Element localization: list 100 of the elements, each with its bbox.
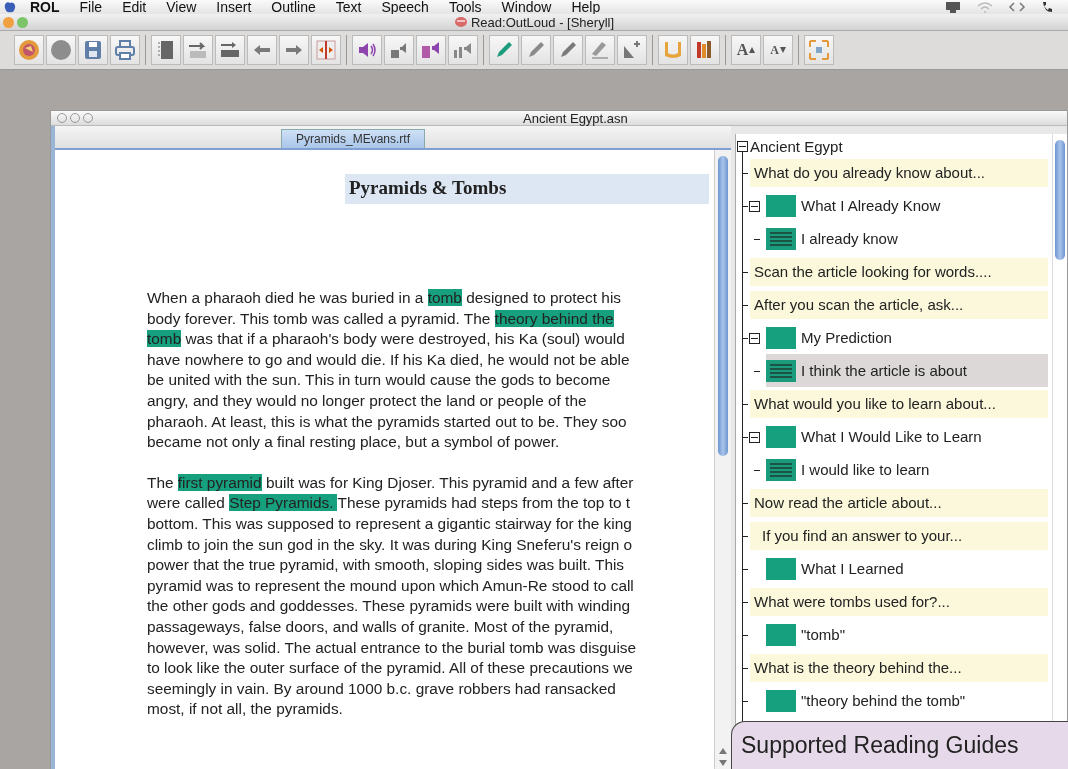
menu-item[interactable]: Insert [216, 0, 252, 14]
tree-row[interactable]: What would you like to learn about... [750, 389, 1048, 418]
tree-row[interactable]: What I Would Like to Learn [736, 420, 1048, 453]
tree-label: What would you like to learn about... [754, 395, 996, 412]
note-icon [766, 425, 796, 448]
tree-label: If you find an answer to your... [762, 527, 963, 544]
menu-item[interactable]: Outline [271, 0, 316, 14]
tree-row[interactable]: What do you already know about... [750, 158, 1048, 187]
menu-item[interactable]: Help [571, 0, 601, 14]
books-button[interactable] [690, 35, 720, 65]
collapse-toggle[interactable] [749, 431, 760, 443]
text-line: power that the true pyramid, with smooth, sloping sides was built. This [147, 555, 625, 576]
print-icon [113, 38, 137, 62]
text-line: angry, and they would no longer protect the land or people of the [147, 390, 587, 411]
text-line: have nowhere to go and would die. If his Ka died, he would not be able [147, 349, 630, 370]
speaker-page-button[interactable] [384, 35, 414, 65]
scroll-thumb[interactable] [718, 156, 728, 456]
tree-row[interactable]: If you find an answer to your... [750, 521, 1048, 550]
print-button[interactable] [110, 35, 140, 65]
forward-button[interactable] [279, 35, 309, 65]
tree-label: Scan the article looking for words.... [754, 263, 992, 280]
tree-label: What do you already know about... [754, 164, 985, 181]
speaker-doc-button[interactable] [416, 35, 446, 65]
back-button[interactable] [247, 35, 277, 65]
phone-icon[interactable] [1040, 1, 1054, 13]
marker-button[interactable] [553, 35, 583, 65]
tree-label: I already know [801, 230, 898, 247]
tree-row[interactable]: I would like to learn [766, 453, 1048, 486]
article-heading: Pyramids & Tombs [345, 174, 709, 204]
note-icon [766, 194, 796, 217]
save-button[interactable] [78, 35, 108, 65]
highlighter-button[interactable] [489, 35, 519, 65]
tree-row[interactable]: I already know [766, 222, 1048, 255]
tree-row[interactable]: Scan the article looking for words.... [750, 257, 1048, 286]
tree-row[interactable]: After you scan the article, ask... [750, 290, 1048, 319]
text-line: The first pyramid built was for King Djoser. This pyramid and a few after [147, 472, 634, 493]
font-larger-button[interactable]: A [731, 35, 761, 65]
note-icon [766, 326, 796, 349]
arrow-bar-button[interactable] [215, 35, 245, 65]
record-icon [49, 38, 73, 62]
tree-row[interactable]: I think the article is about [766, 354, 1048, 387]
scroll-down-icon[interactable] [718, 759, 728, 767]
arrow-text-button[interactable] [183, 35, 213, 65]
tree-label: "theory behind the tomb" [801, 692, 966, 709]
tree-row[interactable]: My Prediction [736, 321, 1048, 354]
scroll-up-icon[interactable] [718, 747, 728, 755]
note-icon [766, 623, 796, 646]
code-arrows-icon[interactable] [1008, 1, 1026, 13]
menu-item[interactable]: View [166, 0, 197, 14]
collapse-toggle[interactable] [749, 200, 760, 212]
note-icon [766, 557, 796, 580]
scroll-bar[interactable] [714, 150, 731, 769]
text-line: bottom. This was supposed to represent a gigantic stairway for the king [147, 513, 632, 534]
menu-item[interactable]: Speech [381, 0, 429, 14]
collapse-toggle[interactable] [737, 141, 748, 152]
speaker-bars-button[interactable] [448, 35, 478, 65]
tree-row[interactable]: What I Learned [736, 552, 1048, 585]
text-line: pyramid was to represent the mound upon which Amun-Re stood to call [147, 575, 634, 596]
tree-label: What I Learned [801, 560, 904, 577]
speaker-button[interactable] [352, 35, 382, 65]
text-note-icon [766, 359, 796, 382]
document-tab[interactable]: Pyramids_MEvans.rtf [281, 129, 425, 148]
text-line: to look like the outer surface of the pyramid. All of these precautions we [147, 658, 633, 679]
tree-label: What I Already Know [801, 197, 941, 214]
monitor-icon[interactable] [944, 1, 962, 13]
menu-item[interactable]: Window [501, 0, 552, 14]
menu-item[interactable]: Tools [448, 0, 482, 14]
tree-row[interactable]: What were tombs used for?... [750, 587, 1048, 616]
note-pencil-button[interactable] [585, 35, 615, 65]
menu-item[interactable]: ROL [30, 0, 60, 14]
tree-row[interactable]: What is the theory behind the... [750, 653, 1048, 682]
tree-label: I would like to learn [801, 461, 930, 478]
tree-label: I think the article is about [801, 362, 967, 379]
tree-row[interactable]: Now read the article about... [750, 488, 1048, 517]
collapse-toggle[interactable] [749, 332, 760, 344]
font-smaller-button[interactable]: A [763, 35, 793, 65]
app-icon [453, 16, 468, 28]
globe-button[interactable] [14, 35, 44, 65]
menu-logo-icon[interactable] [4, 0, 16, 14]
split-button[interactable] [311, 35, 341, 65]
tree-label: Now read the article about... [754, 494, 942, 511]
window-title: Read:OutLoud - [Sheryll] [470, 14, 615, 30]
pencil-button[interactable] [521, 35, 551, 65]
text-line: climb to join the sun god in the sky. It was during King Sneferu's reign o [147, 534, 633, 555]
tree-row[interactable]: What I Already Know [736, 189, 1048, 222]
add-note-button[interactable] [617, 35, 647, 65]
text-line: however, was solid. The actual entrance to the burial tomb was disguise [147, 637, 637, 658]
tree-label: My Prediction [801, 329, 892, 346]
menu-item[interactable]: File [79, 0, 103, 14]
text-line: tomb was that if a pharaoh's body were destroyed, his Ka (soul) would [147, 329, 625, 350]
menu-item[interactable]: Text [335, 0, 362, 14]
tree-row[interactable]: "tomb" [736, 618, 1048, 651]
page-button[interactable] [151, 35, 181, 65]
scroll-thumb[interactable] [1055, 140, 1065, 260]
text-line: be united with the sun. This in turn would cause the gods to become [147, 370, 611, 391]
tree-row[interactable]: "theory behind the tomb" [736, 684, 1048, 717]
menu-item[interactable]: Edit [122, 0, 147, 14]
tree-row[interactable]: Ancient Egypt [736, 136, 1048, 156]
fit-button[interactable] [804, 35, 834, 65]
record-button[interactable] [46, 35, 76, 65]
